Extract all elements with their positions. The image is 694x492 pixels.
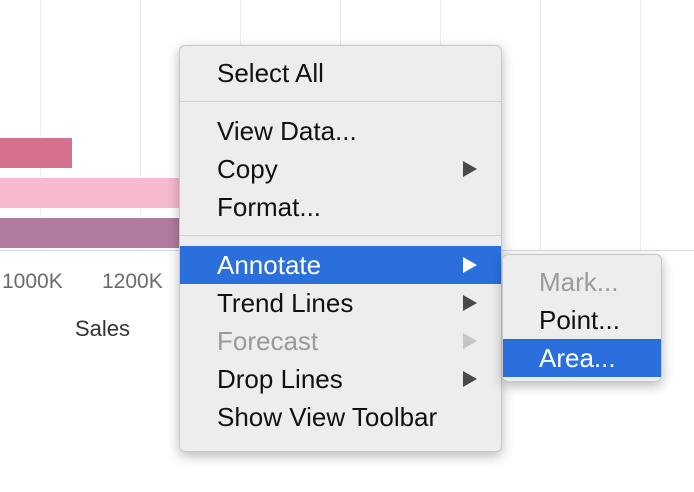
chart-bar-1[interactable] xyxy=(0,138,72,168)
submenu-arrow-icon xyxy=(463,257,477,273)
submenu-item-point[interactable]: Point... xyxy=(503,301,661,339)
gridline xyxy=(40,0,41,250)
menu-separator xyxy=(180,101,501,102)
annotate-submenu: Mark... Point... Area... xyxy=(502,254,662,382)
submenu-arrow-icon xyxy=(463,161,477,177)
submenu-item-area[interactable]: Area... xyxy=(503,339,661,377)
menu-item-label: Annotate xyxy=(217,250,322,280)
menu-item-trend-lines[interactable]: Trend Lines xyxy=(180,284,501,322)
menu-item-select-all[interactable]: Select All xyxy=(180,54,501,92)
gridline xyxy=(540,0,541,250)
menu-item-copy[interactable]: Copy xyxy=(180,150,501,188)
menu-item-label: Forecast xyxy=(217,326,319,356)
menu-item-label: Drop Lines xyxy=(217,364,343,394)
x-axis-title: Sales xyxy=(75,316,131,341)
menu-item-show-view-toolbar[interactable]: Show View Toolbar xyxy=(180,398,501,436)
menu-item-drop-lines[interactable]: Drop Lines xyxy=(180,360,501,398)
menu-item-label: Trend Lines xyxy=(217,288,354,318)
submenu-arrow-icon xyxy=(463,333,477,349)
menu-separator xyxy=(180,235,501,236)
submenu-arrow-icon xyxy=(463,371,477,387)
gridline xyxy=(140,0,141,250)
menu-item-view-data[interactable]: View Data... xyxy=(180,112,501,150)
submenu-arrow-icon xyxy=(463,295,477,311)
menu-item-forecast: Forecast xyxy=(180,322,501,360)
submenu-item-mark: Mark... xyxy=(539,267,619,297)
context-menu: Select All View Data... Copy Format... A… xyxy=(179,45,502,452)
x-axis-tick: 1000K xyxy=(2,270,63,293)
x-axis-tick: 1200K xyxy=(102,270,163,293)
gridline xyxy=(640,0,641,250)
menu-item-annotate[interactable]: Annotate xyxy=(180,246,501,284)
menu-item-format[interactable]: Format... xyxy=(180,188,501,226)
menu-item-label: Copy xyxy=(217,154,278,184)
